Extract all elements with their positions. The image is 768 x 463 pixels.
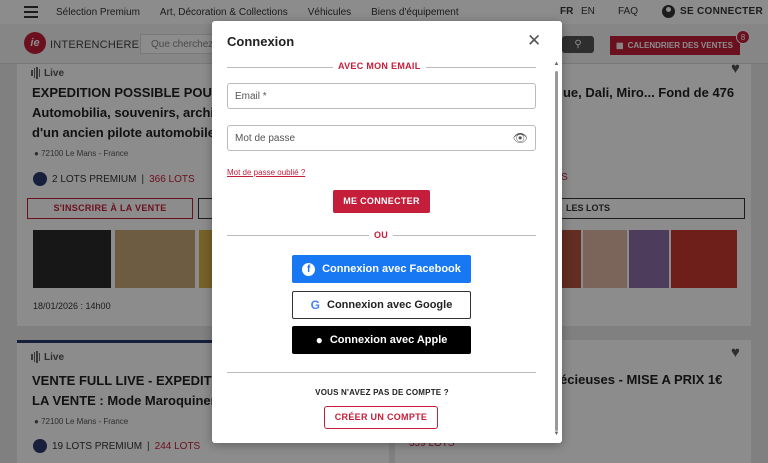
login-modal: Connexion ✕ AVEC MON EMAIL Email * Mot d… — [212, 21, 562, 443]
eye-off-icon[interactable]: 👁 — [513, 131, 528, 145]
modal-title: Connexion — [227, 34, 295, 49]
facebook-icon: f — [302, 262, 316, 276]
facebook-login-button[interactable]: f Connexion avec Facebook — [292, 255, 471, 283]
account-divider — [227, 372, 536, 373]
facebook-label: Connexion avec Facebook — [322, 263, 461, 275]
password-placeholder: Mot de passe — [235, 133, 296, 144]
google-login-button[interactable]: G Connexion avec Google — [292, 291, 471, 319]
google-icon: G — [310, 298, 321, 312]
create-account-button[interactable]: CRÉER UN COMPTE — [324, 406, 438, 429]
modal-scrollbar[interactable]: ▲ ▼ — [553, 61, 560, 441]
no-account-text: VOUS N'AVEZ PAS DE COMPTE ? — [315, 388, 449, 397]
scroll-down-icon[interactable]: ▼ — [553, 431, 560, 437]
login-button[interactable]: ME CONNECTER — [333, 190, 430, 213]
close-icon[interactable]: ✕ — [527, 32, 541, 49]
google-label: Connexion avec Google — [327, 299, 453, 311]
apple-label: Connexion avec Apple — [329, 334, 448, 346]
password-field[interactable]: Mot de passe 👁 — [227, 125, 536, 151]
scroll-up-icon[interactable]: ▲ — [553, 61, 560, 67]
apple-login-button[interactable]: ● Connexion avec Apple — [292, 326, 471, 354]
apple-icon: ● — [315, 333, 323, 347]
email-field[interactable]: Email * — [227, 83, 536, 109]
scroll-thumb[interactable] — [555, 71, 558, 431]
forgot-password-link[interactable]: Mot de passe oublié ? — [227, 168, 305, 177]
email-section-label: AVEC MON EMAIL — [333, 61, 426, 71]
or-label: OU — [369, 230, 394, 240]
